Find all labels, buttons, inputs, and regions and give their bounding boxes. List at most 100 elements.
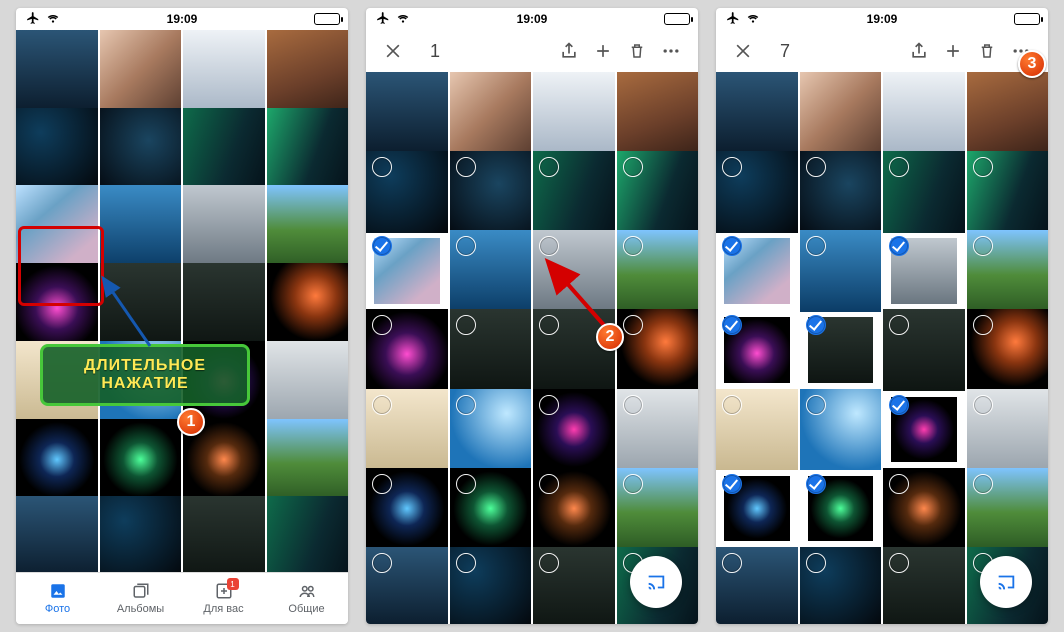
selection-ring[interactable] [806,315,826,335]
selection-ring[interactable] [722,474,742,494]
selection-ring[interactable] [889,395,909,415]
selection-ring[interactable] [722,553,742,573]
photo-thumbnail[interactable] [533,468,615,550]
photo-thumbnail[interactable] [967,72,1049,154]
photo-thumbnail[interactable] [450,468,532,550]
tab-photos[interactable]: Фото [16,573,99,624]
selection-ring[interactable] [456,474,476,494]
photo-grid[interactable] [16,30,348,572]
close-button[interactable] [376,34,410,68]
photo-thumbnail[interactable] [883,151,965,233]
photo-thumbnail[interactable] [183,30,265,112]
tab-albums[interactable]: Альбомы [99,573,182,624]
photo-thumbnail[interactable] [183,185,265,267]
photo-thumbnail[interactable] [533,72,615,154]
delete-button[interactable] [970,34,1004,68]
photo-thumbnail[interactable] [967,468,1049,550]
share-button[interactable] [902,34,936,68]
selection-ring[interactable] [372,395,392,415]
selection-ring[interactable] [623,395,643,415]
selection-ring[interactable] [806,553,826,573]
photo-thumbnail[interactable] [716,72,798,154]
selection-ring[interactable] [456,395,476,415]
selection-ring[interactable] [456,157,476,177]
selection-ring[interactable] [623,157,643,177]
selection-ring[interactable] [889,474,909,494]
photo-thumbnail[interactable] [100,30,182,112]
photo-thumbnail[interactable] [100,185,182,267]
photo-thumbnail[interactable] [450,72,532,154]
selection-ring[interactable] [889,553,909,573]
photo-thumbnail[interactable] [533,389,615,471]
photo-grid[interactable] [716,72,1048,624]
photo-thumbnail[interactable] [800,72,882,154]
photo-thumbnail[interactable] [450,389,532,471]
photo-thumbnail[interactable] [100,108,182,190]
photo-thumbnail[interactable] [716,468,798,550]
share-button[interactable] [552,34,586,68]
photo-thumbnail[interactable] [617,151,699,233]
photo-thumbnail[interactable] [183,496,265,578]
photo-thumbnail[interactable] [716,230,798,312]
photo-thumbnail[interactable] [617,468,699,550]
photo-thumbnail[interactable] [716,389,798,471]
tab-for-you[interactable]: 1 Для вас [182,573,265,624]
photo-thumbnail[interactable] [800,389,882,471]
photo-thumbnail[interactable] [800,309,882,391]
photo-thumbnail[interactable] [267,263,349,345]
selection-ring[interactable] [623,474,643,494]
photo-thumbnail[interactable] [883,72,965,154]
photo-thumbnail[interactable] [267,30,349,112]
photo-thumbnail[interactable] [450,547,532,624]
selection-ring[interactable] [456,236,476,256]
cast-fab[interactable] [980,556,1032,608]
selection-ring[interactable] [456,553,476,573]
selection-ring[interactable] [806,236,826,256]
photo-thumbnail[interactable] [366,151,448,233]
photo-thumbnail[interactable] [183,263,265,345]
selection-ring[interactable] [372,474,392,494]
photo-thumbnail[interactable] [716,151,798,233]
photo-thumbnail[interactable] [100,419,182,501]
photo-thumbnail[interactable] [267,496,349,578]
selection-ring[interactable] [372,157,392,177]
photo-thumbnail[interactable] [267,185,349,267]
photo-thumbnail[interactable] [16,108,98,190]
photo-thumbnail[interactable] [16,185,98,267]
photo-thumbnail[interactable] [716,547,798,624]
photo-thumbnail[interactable] [267,419,349,501]
photo-thumbnail[interactable] [100,496,182,578]
photo-thumbnail[interactable] [883,389,965,471]
photo-thumbnail[interactable] [533,151,615,233]
photo-thumbnail[interactable] [267,341,349,423]
photo-thumbnail[interactable] [967,151,1049,233]
photo-thumbnail[interactable] [967,389,1049,471]
selection-ring[interactable] [973,157,993,177]
selection-ring[interactable] [539,553,559,573]
selection-ring[interactable] [372,553,392,573]
photo-thumbnail[interactable] [883,547,965,624]
selection-ring[interactable] [456,315,476,335]
photo-thumbnail[interactable] [450,230,532,312]
photo-thumbnail[interactable] [617,72,699,154]
photo-thumbnail[interactable] [716,309,798,391]
photo-thumbnail[interactable] [800,230,882,312]
selection-ring[interactable] [539,157,559,177]
photo-thumbnail[interactable] [533,547,615,624]
tab-shared[interactable]: Общие [265,573,348,624]
more-button[interactable] [654,34,688,68]
photo-thumbnail[interactable] [450,151,532,233]
photo-thumbnail[interactable] [366,389,448,471]
add-button[interactable] [586,34,620,68]
selection-ring[interactable] [722,395,742,415]
selection-ring[interactable] [973,315,993,335]
selection-ring[interactable] [973,395,993,415]
photo-thumbnail[interactable] [617,389,699,471]
photo-thumbnail[interactable] [16,30,98,112]
selection-ring[interactable] [973,474,993,494]
photo-thumbnail[interactable] [450,309,532,391]
photo-thumbnail[interactable] [267,108,349,190]
photo-thumbnail[interactable] [967,230,1049,312]
delete-button[interactable] [620,34,654,68]
selection-ring[interactable] [806,395,826,415]
